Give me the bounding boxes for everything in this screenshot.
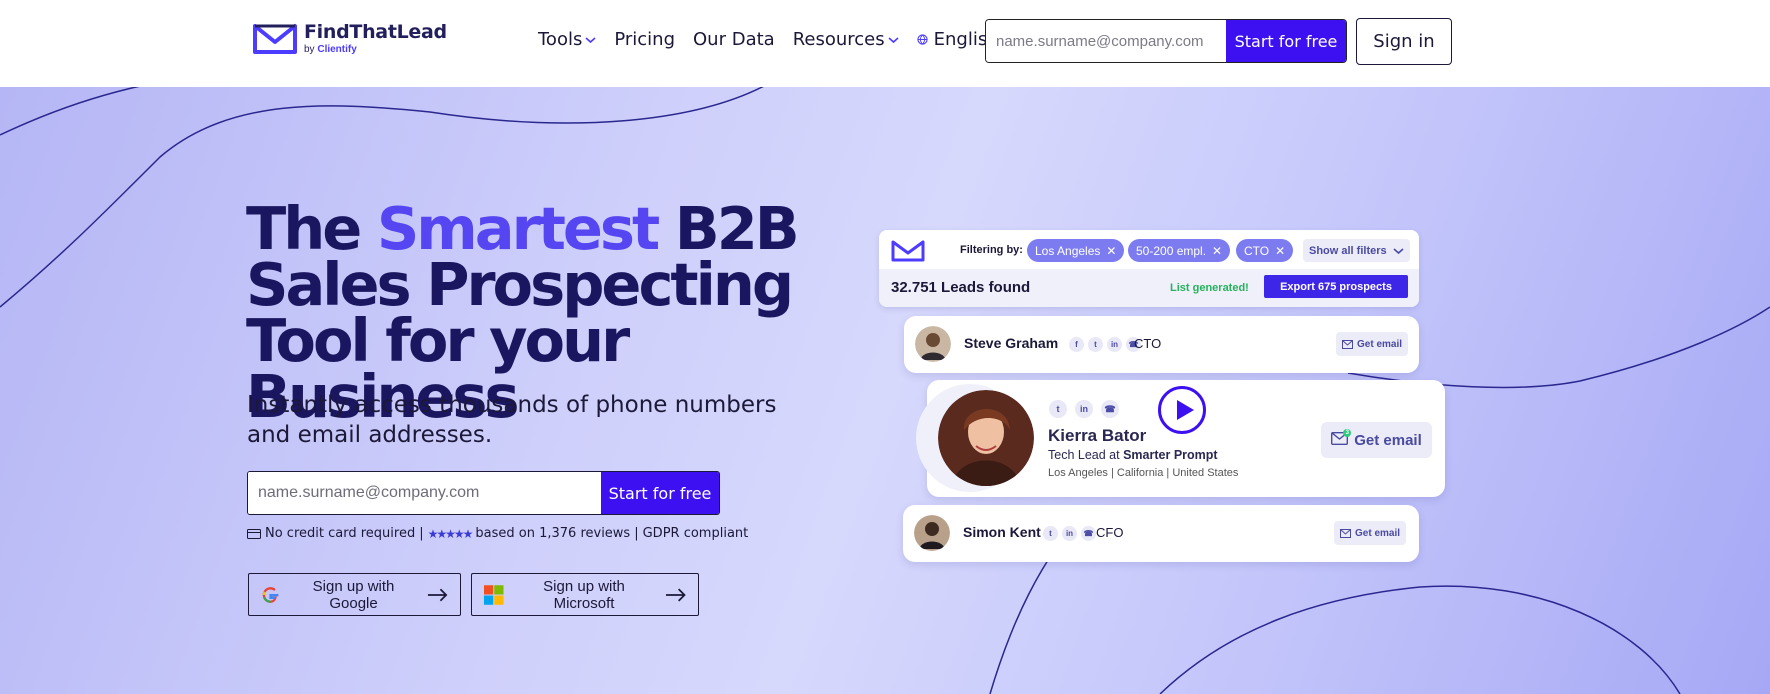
linkedin-icon[interactable]: in xyxy=(1062,526,1077,541)
logo-name: FindThatLead xyxy=(304,21,447,43)
rating-stars: ★★★★★ xyxy=(427,526,474,541)
linkedin-icon[interactable]: in xyxy=(1107,337,1122,352)
lead-name: Steve Graham xyxy=(964,335,1059,351)
filter-label: Filtering by: xyxy=(960,244,1023,256)
email-count-badge: 3 xyxy=(1343,428,1352,437)
findthatlead-logo[interactable]: FindThatLead by Clientify xyxy=(252,22,447,56)
nav-pricing[interactable]: Pricing xyxy=(614,29,675,50)
lead-location: Los Angeles | California | United States xyxy=(1048,467,1239,479)
linkedin-icon[interactable]: in xyxy=(1075,400,1093,418)
lead-role: CFO xyxy=(1096,525,1124,540)
export-prospects-button[interactable]: Export 675 prospects xyxy=(1264,275,1408,298)
twitter-icon[interactable]: t xyxy=(1043,526,1058,541)
nav-our-data[interactable]: Our Data xyxy=(693,29,775,50)
show-all-filters-button[interactable]: Show all filters xyxy=(1303,239,1410,262)
gdpr-text: GDPR compliant xyxy=(642,526,749,541)
get-email-button[interactable]: 3 Get email xyxy=(1321,422,1432,458)
hero-signup-form: Start for free xyxy=(247,471,720,515)
chevron-down-icon xyxy=(1393,247,1404,254)
nav-tools[interactable]: Tools xyxy=(538,29,596,50)
logo-mark-icon xyxy=(891,240,925,262)
filter-chip-location[interactable]: Los Angeles ✕ xyxy=(1027,239,1125,262)
list-generated-status: List generated! xyxy=(1170,282,1249,294)
logo-by: by Clientify xyxy=(304,44,357,55)
lead-name: Kierra Bator xyxy=(1048,426,1147,445)
leads-found: 32.751 Leads found xyxy=(891,279,1031,296)
hero-subline: Instantly access thousands of phone numb… xyxy=(247,392,777,448)
header-start-button[interactable]: Start for free xyxy=(1226,20,1346,62)
phone-icon[interactable]: ☎ xyxy=(1081,526,1096,541)
close-icon: ✕ xyxy=(1212,243,1223,258)
no-credit-card-text: No credit card required xyxy=(265,526,416,541)
credit-card-icon xyxy=(247,528,261,539)
close-icon: ✕ xyxy=(1106,243,1117,258)
get-email-button[interactable]: Get email xyxy=(1336,332,1409,356)
site-header: FindThatLead by Clientify Tools Pricing … xyxy=(0,0,1770,87)
reviews-text: based on 1,376 reviews xyxy=(475,526,631,541)
main-nav: Tools Pricing Our Data Resources English xyxy=(538,29,1031,50)
filter-chip-size[interactable]: 50-200 empl. ✕ xyxy=(1128,239,1231,262)
results-bar: 32.751 Leads found List generated! Expor… xyxy=(879,269,1419,307)
logo-mark-icon xyxy=(253,24,297,54)
lead-role: CTO xyxy=(1134,336,1162,351)
hero-section: The Smartest B2B Sales Prospecting Tool … xyxy=(0,87,1770,694)
filter-chip-role[interactable]: CTO ✕ xyxy=(1236,239,1294,262)
lead-row: Simon Kent t in ☎ CFO Get email xyxy=(903,505,1419,562)
chevron-down-icon xyxy=(888,36,899,43)
close-icon: ✕ xyxy=(1275,243,1286,258)
nav-resources[interactable]: Resources xyxy=(793,29,899,50)
twitter-icon[interactable]: t xyxy=(1049,400,1067,418)
lead-name: Simon Kent xyxy=(963,524,1041,540)
avatar xyxy=(914,515,950,551)
arrow-right-icon xyxy=(665,588,686,601)
google-icon xyxy=(262,586,279,603)
app-mockup-filter-panel: Filtering by: Los Angeles ✕ 50-200 empl. ✕… xyxy=(879,230,1419,307)
lead-title: Tech Lead at Smarter Prompt xyxy=(1048,448,1218,462)
header-signup-form: Start for free xyxy=(985,19,1347,63)
twitter-icon[interactable]: t xyxy=(1088,337,1103,352)
facebook-icon[interactable]: f xyxy=(1069,337,1084,352)
play-button[interactable] xyxy=(1158,386,1206,434)
avatar xyxy=(938,390,1034,486)
trust-line: No credit card required | ★★★★★ based on… xyxy=(247,526,748,541)
header-email-input[interactable] xyxy=(986,20,1226,62)
microsoft-icon xyxy=(484,584,504,605)
phone-icon[interactable]: ☎ xyxy=(1101,400,1119,418)
google-signup-button[interactable]: Sign up with Google xyxy=(248,573,461,616)
get-email-button[interactable]: Get email xyxy=(1334,521,1407,545)
avatar xyxy=(915,326,951,362)
lead-row-featured: t in ☎ Kierra Bator Tech Lead at Smarter… xyxy=(916,380,1445,497)
hero-start-button[interactable]: Start for free xyxy=(601,472,719,514)
mail-icon xyxy=(1342,339,1353,349)
play-icon xyxy=(1177,400,1194,420)
mail-icon xyxy=(1340,528,1351,538)
signin-button[interactable]: Sign in xyxy=(1356,18,1452,65)
arrow-right-icon xyxy=(427,588,448,601)
microsoft-signup-button[interactable]: Sign up with Microsoft xyxy=(471,573,699,616)
lead-row: Steve Graham f t in ☎ CTO Get email xyxy=(904,316,1419,373)
globe-icon xyxy=(917,34,928,45)
chevron-down-icon xyxy=(585,36,596,43)
hero-email-input[interactable] xyxy=(248,472,601,514)
